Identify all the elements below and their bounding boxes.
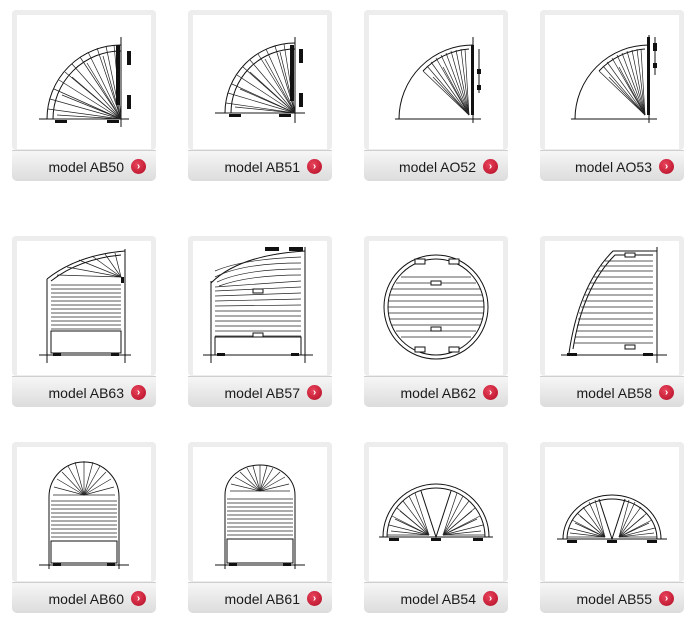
model-label: model AB63	[48, 385, 125, 401]
model-drawing[interactable]	[369, 447, 503, 581]
chevron-right-icon[interactable]: ›	[307, 159, 322, 174]
model-link[interactable]: model AB60 ›	[12, 582, 156, 613]
chevron-right-icon[interactable]: ›	[483, 159, 498, 174]
model-label: model AB58	[576, 385, 653, 401]
thumbnail-frame	[540, 442, 684, 582]
pleat-lines	[214, 256, 302, 337]
thumbnail-frame	[188, 10, 332, 150]
model-grid: model AB50 › model AB51 › model AO52 › m…	[0, 0, 698, 620]
model-drawing[interactable]	[545, 241, 679, 375]
pleat-lines	[51, 284, 121, 330]
chevron-right-icon[interactable]: ›	[659, 159, 674, 174]
thumbnail-frame	[364, 442, 508, 582]
model-link[interactable]: model AB61 ›	[188, 582, 332, 613]
blind-diagram-quarter-dense	[39, 37, 131, 127]
model-card[interactable]: model AO53 ›	[540, 10, 684, 182]
model-drawing[interactable]	[17, 447, 151, 581]
model-card[interactable]: model AB54 ›	[364, 442, 508, 614]
model-label: model AB55	[576, 591, 653, 607]
model-drawing[interactable]	[369, 241, 503, 375]
fan-lines	[230, 465, 290, 492]
model-card[interactable]: model AO52 ›	[364, 10, 508, 182]
model-drawing[interactable]	[545, 15, 679, 149]
blind-diagram-circle	[383, 254, 489, 360]
model-card[interactable]: model AB58 ›	[540, 236, 684, 408]
model-link[interactable]: model AB55 ›	[540, 582, 684, 613]
thumbnail-frame	[188, 236, 332, 376]
thumbnail-frame	[364, 236, 508, 376]
model-card[interactable]: model AB61 ›	[188, 442, 332, 614]
blind-diagram-rect-arch-corner	[39, 249, 131, 363]
model-link[interactable]: model AB57 ›	[188, 376, 332, 407]
chevron-right-icon[interactable]: ›	[131, 159, 146, 174]
model-link[interactable]: model AB58 ›	[540, 376, 684, 407]
model-drawing[interactable]	[17, 15, 151, 149]
blind-diagram-quarter-open	[571, 35, 657, 123]
chevron-right-icon[interactable]: ›	[307, 591, 322, 606]
chevron-right-icon[interactable]: ›	[659, 591, 674, 606]
model-label: model AB50	[48, 159, 125, 175]
model-card[interactable]: model AB60 ›	[12, 442, 156, 614]
model-label: model AB61	[224, 591, 301, 607]
model-drawing[interactable]	[193, 15, 327, 149]
thumbnail-frame	[364, 10, 508, 150]
blind-diagram-arch-top	[215, 464, 305, 569]
model-link[interactable]: model AB63 ›	[12, 376, 156, 407]
model-drawing[interactable]	[17, 241, 151, 375]
model-link[interactable]: model AB50 ›	[12, 150, 156, 181]
model-card[interactable]: model AB57 ›	[188, 236, 332, 408]
model-label: model AB60	[48, 591, 125, 607]
chevron-right-icon[interactable]: ›	[483, 385, 498, 400]
model-label: model AB54	[400, 591, 477, 607]
model-card[interactable]: model AB51 ›	[188, 10, 332, 182]
thumbnail-frame	[540, 10, 684, 150]
blind-diagram-quarter-dense	[215, 37, 305, 123]
model-drawing[interactable]	[545, 447, 679, 581]
thumbnail-frame	[12, 236, 156, 376]
model-link[interactable]: model AO52 ›	[364, 150, 508, 181]
blind-diagram-half-fan	[379, 483, 493, 541]
model-link[interactable]: model AB62 ›	[364, 376, 508, 407]
model-drawing[interactable]	[193, 447, 327, 581]
fan-lines-right	[442, 492, 485, 536]
model-label: model AB57	[224, 385, 301, 401]
blind-diagram-arch-top	[39, 461, 129, 569]
fan-lines	[53, 461, 115, 496]
model-label: model AB51	[224, 159, 301, 175]
chevron-right-icon[interactable]: ›	[131, 591, 146, 606]
blind-diagram-rect-slope	[561, 247, 667, 363]
chevron-right-icon[interactable]: ›	[483, 591, 498, 606]
chevron-right-icon[interactable]: ›	[659, 385, 674, 400]
chevron-right-icon[interactable]: ›	[307, 385, 322, 400]
model-drawing[interactable]	[369, 15, 503, 149]
blind-diagram-rect-curve-top	[203, 247, 313, 363]
pleat-lines	[227, 498, 293, 536]
model-card[interactable]: model AB62 ›	[364, 236, 508, 408]
chevron-right-icon[interactable]: ›	[131, 385, 146, 400]
thumbnail-frame	[12, 442, 156, 582]
model-link[interactable]: model AO53 ›	[540, 150, 684, 181]
fan-lines-left	[387, 492, 430, 536]
model-drawing[interactable]	[193, 241, 327, 375]
model-label: model AB62	[400, 385, 477, 401]
model-card[interactable]: model AB55 ›	[540, 442, 684, 614]
thumbnail-frame	[188, 442, 332, 582]
model-label: model AO53	[574, 159, 652, 175]
thumbnail-frame	[12, 10, 156, 150]
model-label: model AO52	[398, 159, 476, 175]
model-card[interactable]: model AB63 ›	[12, 236, 156, 408]
thumbnail-frame	[540, 236, 684, 376]
model-link[interactable]: model AB54 ›	[364, 582, 508, 613]
model-link[interactable]: model AB51 ›	[188, 150, 332, 181]
pleat-lines	[51, 500, 117, 538]
model-card[interactable]: model AB50 ›	[12, 10, 156, 182]
blind-diagram-quarter-open	[395, 37, 481, 123]
blind-diagram-half-fan	[557, 494, 667, 543]
